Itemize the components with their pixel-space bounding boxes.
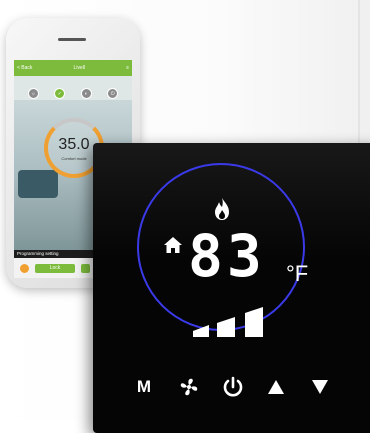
fan-speed-bars-icon [193, 307, 263, 337]
phone-speaker [58, 38, 86, 41]
mode-button-comfort[interactable]: ✓ [54, 88, 66, 99]
arrow-down-icon [312, 380, 328, 394]
next-button[interactable] [81, 263, 90, 273]
wall-edge [358, 0, 360, 150]
power-button[interactable] [221, 375, 245, 399]
lock-label: Lock [49, 265, 61, 271]
mode-button-eco[interactable]: ◐ [80, 88, 92, 99]
menu-icon[interactable]: ≡ [126, 65, 129, 71]
temperature-up-button[interactable] [265, 375, 287, 399]
sofa [18, 170, 58, 198]
mode-row: ☼ ✓ ◐ ⏻ [14, 76, 132, 99]
app-title: Livell [73, 65, 85, 71]
app-header: < Back Livell ≡ [14, 60, 132, 76]
flame-icon [215, 198, 229, 220]
mode-label: M [136, 377, 152, 396]
temperature-down-button[interactable] [309, 375, 331, 399]
mode-button[interactable]: M [134, 375, 154, 399]
mode-button-power[interactable]: ⏻ [107, 88, 119, 99]
home-icon [164, 237, 182, 253]
temperature-display: 83 [188, 222, 266, 290]
thermostat-panel: 83 °F M [93, 143, 370, 433]
fan-button[interactable] [178, 375, 200, 399]
power-icon [223, 376, 243, 397]
fan-icon [180, 378, 198, 396]
arrow-up-icon [268, 380, 284, 394]
temperature-unit: °F [286, 261, 309, 286]
back-link[interactable]: < Back [17, 65, 32, 71]
mode-button-heat[interactable]: ☼ [27, 88, 39, 99]
lock-button[interactable]: Lock [35, 263, 75, 273]
settings-button[interactable] [20, 263, 29, 273]
